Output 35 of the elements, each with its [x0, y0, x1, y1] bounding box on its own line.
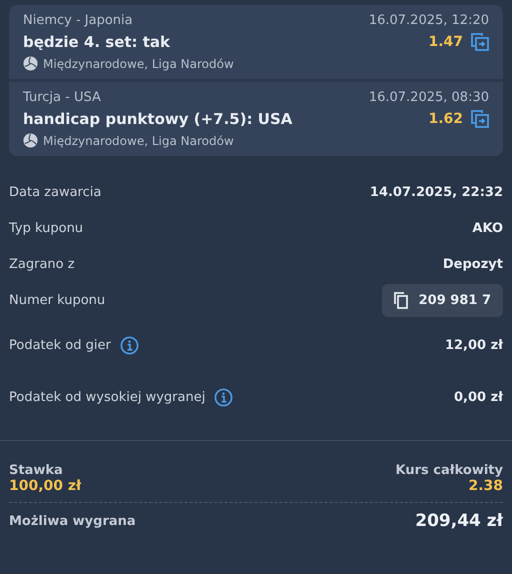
- match-teams: Niemcy - Japonia: [23, 13, 133, 28]
- possible-win-label: Możliwa wygrana: [9, 514, 136, 528]
- bet-selection: będzie 4. set: tak: [23, 33, 170, 51]
- detail-value: 14.07.2025, 22:32: [370, 184, 503, 200]
- detail-value: 0,00 zł: [454, 390, 503, 404]
- stake-label: Stawka: [9, 463, 63, 478]
- league-name: Międzynarodowe, Liga Narodów: [43, 134, 234, 148]
- volleyball-icon: [23, 133, 38, 148]
- match-datetime: 16.07.2025, 08:30: [368, 90, 489, 105]
- detail-label: Numer kuponu: [9, 292, 106, 308]
- league-name: Międzynarodowe, Liga Narodów: [43, 56, 234, 70]
- info-icon[interactable]: [214, 388, 234, 406]
- boost-icon[interactable]: [471, 33, 489, 51]
- match-teams: Turcja - USA: [23, 90, 101, 105]
- detail-label: Typ kuponu: [9, 220, 84, 236]
- odds-value: 1.47: [428, 34, 463, 50]
- bet-selection: handicap punktowy (+7.5): USA: [23, 110, 292, 128]
- detail-value: 12,00 zł: [444, 338, 503, 352]
- detail-value: AKO: [472, 220, 503, 236]
- possible-win-value: 209,44 zł: [415, 511, 503, 531]
- detail-label: Podatek od gier: [9, 338, 111, 352]
- boost-icon[interactable]: [471, 110, 489, 128]
- odds-value: 1.62: [428, 111, 463, 127]
- detail-label: Data zawarcia: [9, 184, 102, 200]
- stake-value: 100,00 zł: [9, 478, 82, 494]
- copy-icon: [394, 292, 409, 308]
- detail-label: Podatek od wysokiej wygranej: [9, 390, 206, 404]
- detail-label: Zagrano z: [9, 256, 75, 272]
- info-icon[interactable]: [120, 336, 139, 354]
- total-odds-label: Kurs całkowity: [396, 463, 503, 478]
- copy-number-button[interactable]: 209 981 7: [382, 284, 503, 316]
- detail-value: Depozyt: [442, 256, 503, 272]
- volleyball-icon: [23, 56, 38, 71]
- total-odds-value: 2.38: [468, 478, 503, 494]
- match-datetime: 16.07.2025, 12:20: [368, 13, 489, 28]
